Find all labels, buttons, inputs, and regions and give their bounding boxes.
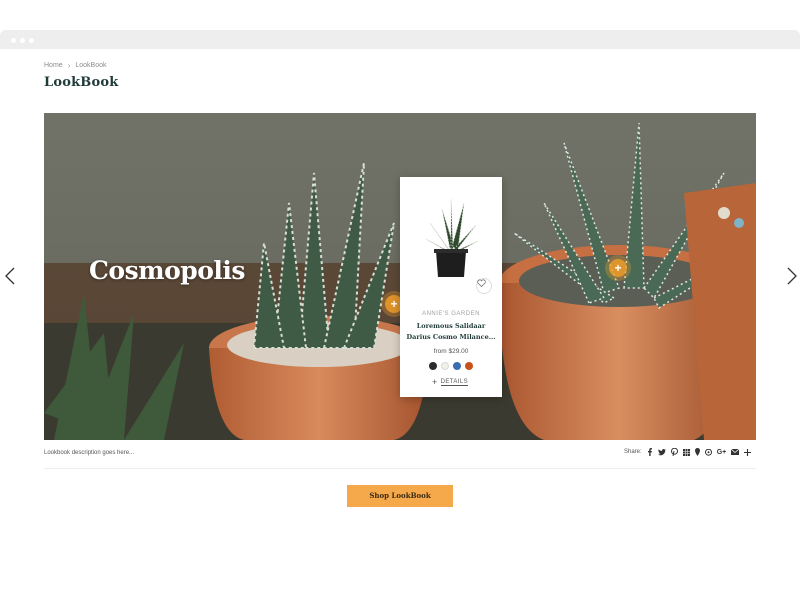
share-label: Share: [624,449,642,455]
color-swatch-orange[interactable] [465,362,473,370]
plus-icon: + [432,377,438,387]
lookbook-description: Lookbook description goes here... [44,450,135,456]
shop-lookbook-button[interactable]: Shop LookBook [347,485,453,507]
color-swatch-blue[interactable] [453,362,461,370]
hotspot-plus-icon[interactable]: + [609,259,627,277]
chat-icon[interactable] [704,448,712,456]
window-dot-icon [11,38,16,43]
product-price: from $29.00 [433,348,469,355]
share-bar: Share: G+ [624,448,752,456]
email-icon[interactable] [731,449,740,455]
facebook-icon[interactable] [647,448,653,456]
details-label: DETAILS [440,378,469,386]
grid-icon[interactable] [682,448,690,456]
window-dot-icon [20,38,25,43]
divider [44,468,756,469]
breadcrumb-home[interactable]: Home [44,62,63,69]
breadcrumb: Home › LookBook [44,61,107,70]
twitter-icon[interactable] [657,448,666,456]
wishlist-button[interactable] [476,278,492,294]
more-icon[interactable] [744,448,752,456]
details-link[interactable]: + DETAILS [432,377,469,387]
window-dot-icon [29,38,34,43]
chevron-left-icon[interactable] [4,267,16,285]
heart-icon [477,279,486,287]
pin-icon[interactable] [694,448,700,456]
color-swatch-black[interactable] [429,362,437,370]
breadcrumb-current: LookBook [75,62,107,69]
pinterest-icon[interactable] [670,448,678,456]
product-thumbnail[interactable] [420,189,482,281]
lookbook-caption: Cosmopolis [89,256,246,285]
google-plus-icon[interactable]: G+ [717,449,727,456]
product-brand[interactable]: ANNIE'S GARDEN [400,311,502,317]
chevron-right-icon[interactable] [786,267,798,285]
browser-bar [0,30,800,49]
page-title: LookBook [44,75,119,90]
color-swatches [429,362,473,370]
product-name[interactable]: Loremous Salidaar Darius Cosmo Milance..… [406,321,496,343]
chevron-right-icon: › [67,61,71,70]
color-swatch-white[interactable] [441,362,449,370]
lookbook-hero-image: Cosmopolis + + ANNIE'S GARDEN Loremous S… [44,113,756,440]
product-popup-card[interactable]: ANNIE'S GARDEN Loremous Salidaar Darius … [400,177,502,397]
